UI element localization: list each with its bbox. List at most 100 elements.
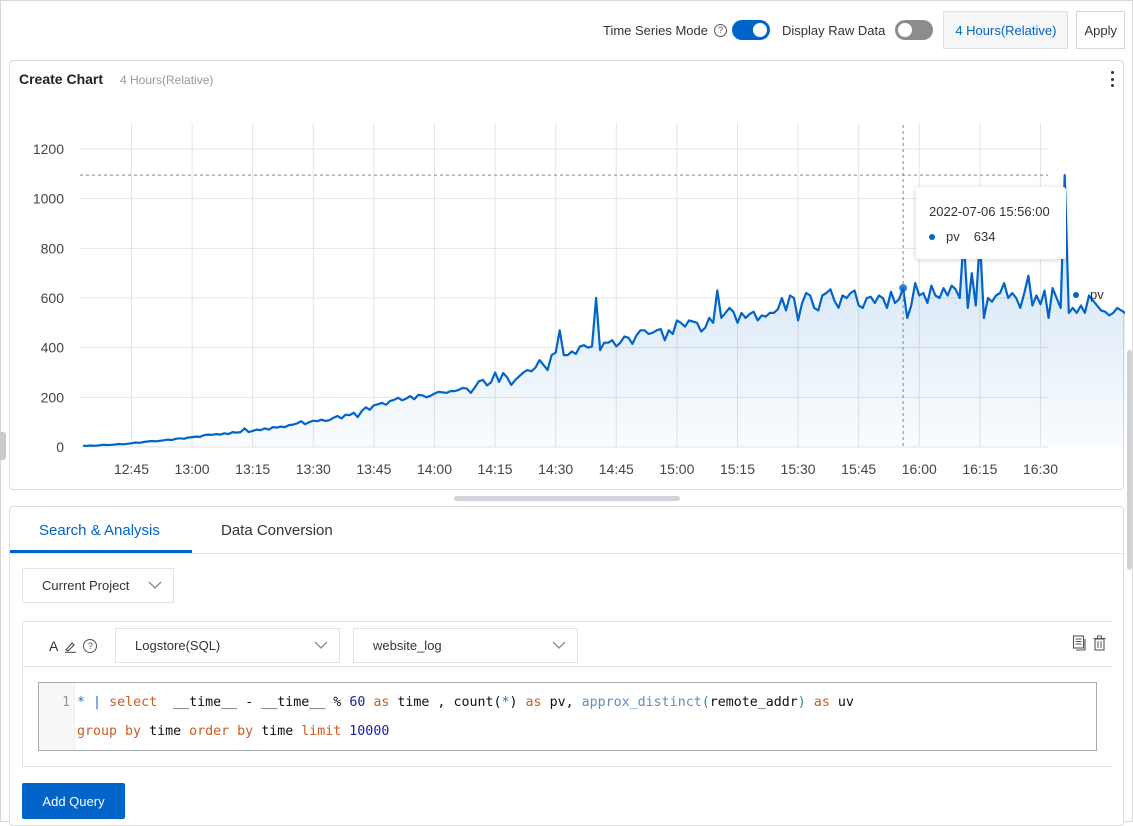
chart-tooltip: 2022-07-06 15:56:00 pv 634 (916, 187, 1066, 259)
chart-time-range: 4 Hours(Relative) (120, 73, 213, 87)
sql-token (830, 695, 838, 710)
query-block: A ? Logstore(SQL) website_log 1 * | sele… (22, 621, 1112, 767)
resize-drag-handle[interactable] (454, 496, 680, 501)
copy-icon[interactable] (1072, 635, 1087, 651)
sql-keyword: group (77, 724, 117, 739)
series-dot-icon (929, 234, 935, 240)
logstore-type-select[interactable]: Logstore(SQL) (115, 628, 340, 663)
sql-token (574, 695, 582, 710)
x-tick-label: 16:00 (902, 461, 937, 477)
sql-operator: | (93, 695, 101, 710)
toggle-knob (753, 23, 767, 37)
sql-token (141, 724, 149, 739)
sql-token (229, 724, 237, 739)
x-tick-label: 15:15 (720, 461, 755, 477)
x-tick-label: 14:00 (417, 461, 452, 477)
more-options-icon[interactable] (1109, 71, 1115, 87)
x-tick-label: 14:15 (478, 461, 513, 477)
sql-paren: ( (702, 695, 710, 710)
sidebar-collapse-handle[interactable] (0, 432, 6, 460)
x-tick-label: 15:45 (841, 461, 876, 477)
chart-card: 02004006008001000120012:4513:0013:1513:3… (9, 60, 1124, 490)
toggle-knob (898, 23, 912, 37)
sql-token: , (566, 695, 574, 710)
time-series-mode-toggle[interactable] (732, 20, 770, 40)
logstore-select[interactable]: website_log (353, 628, 578, 663)
chart-legend-item-pv[interactable]: pv (1073, 287, 1104, 302)
sql-token (253, 724, 261, 739)
chevron-down-icon (552, 638, 566, 652)
sql-keyword: as (814, 695, 830, 710)
active-tab-indicator (10, 550, 192, 553)
x-tick-label: 13:15 (235, 461, 270, 477)
chevron-down-icon (148, 578, 162, 592)
legend-label: pv (1090, 287, 1104, 302)
sql-keyword: as (526, 695, 542, 710)
sql-keyword: by (125, 724, 141, 739)
help-icon[interactable]: ? (714, 24, 727, 37)
x-tick-label: 14:30 (538, 461, 573, 477)
add-query-button[interactable]: Add Query (22, 783, 125, 819)
delete-icon[interactable] (1093, 635, 1106, 651)
sql-token: time (149, 724, 181, 739)
sql-token: - (245, 695, 253, 710)
top-toolbar: Time Series Mode ? Display Raw Data 4 Ho… (603, 11, 1125, 49)
sql-paren: ) (510, 695, 518, 710)
x-tick-label: 13:30 (296, 461, 331, 477)
tab-bar: Search & Analysis Data Conversion (10, 507, 1123, 554)
sql-token: count (453, 695, 493, 710)
logstore-value: website_log (373, 638, 442, 653)
sql-keyword: by (237, 724, 253, 739)
y-tick-label: 200 (41, 389, 65, 405)
query-editor[interactable]: 1 * | select __time__ - __time__ % 60 as… (38, 682, 1097, 751)
chart-title: Create Chart (19, 71, 103, 87)
sql-token: __time__ (173, 695, 237, 710)
x-tick-label: 15:00 (659, 461, 694, 477)
sql-token: time (261, 724, 293, 739)
tab-search-analysis[interactable]: Search & Analysis (39, 522, 160, 539)
sql-token (237, 695, 245, 710)
sql-keyword: order (189, 724, 229, 739)
sql-token: time (397, 695, 429, 710)
tooltip-row: pv 634 (929, 229, 995, 244)
display-raw-data-toggle[interactable] (895, 20, 933, 40)
sql-token (181, 724, 189, 739)
sql-paren: ( (493, 695, 501, 710)
query-actions (1072, 635, 1106, 651)
project-select-value: Current Project (42, 578, 129, 593)
sql-token (806, 695, 814, 710)
x-tick-label: 12:45 (114, 461, 149, 477)
query-line-1[interactable]: * | select __time__ - __time__ % 60 as t… (77, 695, 854, 710)
sql-keyword: as (373, 695, 389, 710)
tooltip-series-name: pv (946, 229, 960, 244)
pv-area-chart[interactable]: 02004006008001000120012:4513:0013:1513:3… (10, 61, 1125, 491)
tooltip-time: 2022-07-06 15:56:00 (929, 204, 1050, 219)
analysis-card: Search & Analysis Data Conversion Curren… (9, 506, 1124, 826)
project-select[interactable]: Current Project (22, 568, 174, 603)
sql-keyword: select (109, 695, 157, 710)
sql-token (117, 724, 125, 739)
font-icon[interactable]: A (49, 638, 58, 654)
query-line-2[interactable]: group by time order by time limit 10000 (77, 724, 389, 739)
query-help-icon[interactable]: ? (83, 639, 97, 653)
x-tick-label: 14:45 (599, 461, 634, 477)
tab-data-conversion[interactable]: Data Conversion (221, 522, 333, 539)
x-tick-label: 15:30 (781, 461, 816, 477)
sql-token: pv (550, 695, 566, 710)
x-tick-label: 13:00 (175, 461, 210, 477)
apply-button[interactable]: Apply (1076, 11, 1125, 49)
query-tools: A ? (49, 638, 97, 654)
sql-paren: ) (798, 695, 806, 710)
sql-operator: * (77, 695, 85, 710)
sql-operator: * (502, 695, 510, 710)
time-range-button[interactable]: 4 Hours(Relative) (943, 11, 1068, 49)
sql-token: __time__ (261, 695, 325, 710)
y-tick-label: 1000 (33, 191, 64, 207)
sql-token: uv (838, 695, 854, 710)
edit-icon[interactable] (64, 640, 77, 653)
line-number: 1 (62, 695, 70, 710)
y-tick-label: 400 (41, 340, 65, 356)
page-scrollbar[interactable] (1127, 350, 1132, 570)
sql-token (85, 695, 93, 710)
y-tick-label: 600 (41, 290, 65, 306)
